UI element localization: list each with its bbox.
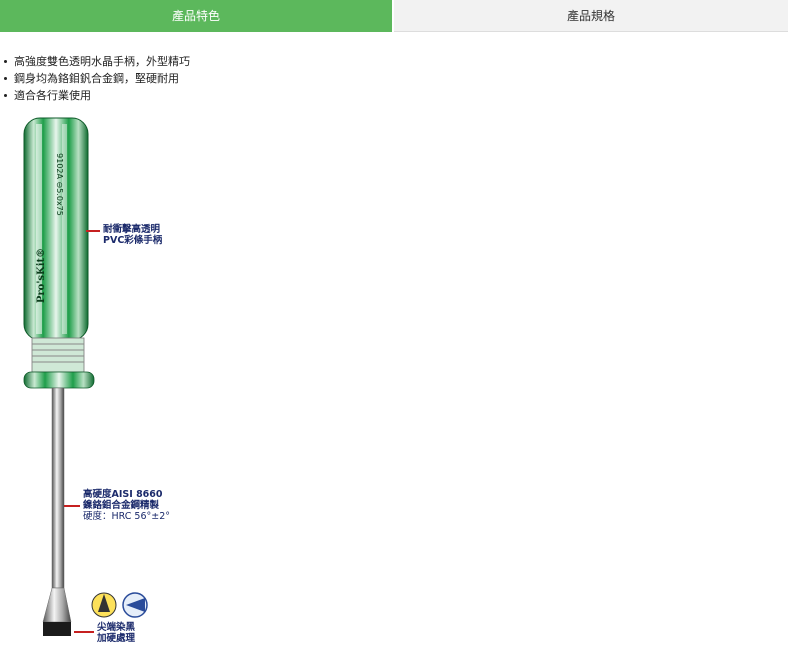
callout-line-text: 鎳鉻鉬合金鋼精製 [83, 500, 160, 511]
shaft-callout: 高硬度AISI 8660 鎳鉻鉬合金鋼精製 硬度：HRC 56°±2° [83, 489, 170, 522]
handle-callout-line [86, 230, 100, 232]
feature-item: 適合各行業使用 [4, 87, 190, 104]
product-illustration: Pro'sKit® 9102A ⊖5.0x75 耐衝擊高透明 PVC彩條手柄 高… [0, 110, 200, 655]
callout-line-text: 硬度：HRC 56°±2° [83, 511, 171, 522]
tab-specifications[interactable]: 產品規格 [394, 0, 788, 32]
tip-callout-line [74, 631, 94, 633]
feature-item: 鋼身均為鉻鉬釩合金鋼，堅硬耐用 [4, 70, 190, 87]
shaft-callout-line [64, 505, 80, 507]
tab-bar: 產品特色 產品規格 [0, 0, 788, 32]
callout-line-text: PVC彩條手柄 [103, 235, 163, 246]
screwdriver-image [23, 117, 148, 636]
blade-tip-badge-icon [122, 592, 148, 618]
callout-line-text: 尖端染黑 [97, 622, 136, 633]
feature-item: 高強度雙色透明水晶手柄，外型精巧 [4, 55, 190, 68]
callout-line-text: 高硬度AISI 8660 [83, 489, 163, 500]
tab-features[interactable]: 產品特色 [0, 0, 392, 32]
callout-line-text: 耐衝擊高透明 [103, 224, 161, 235]
handle-callout: 耐衝擊高透明 PVC彩條手柄 [103, 224, 162, 246]
tip-callout: 尖端染黑 加硬處理 [97, 622, 135, 644]
hardness-badge-icon [91, 592, 117, 618]
callout-line-text: 加硬處理 [97, 633, 136, 644]
feature-list: 高強度雙色透明水晶手柄，外型精巧 鋼身均為鉻鉬釩合金鋼，堅硬耐用 適合各行業使用 [0, 53, 190, 104]
